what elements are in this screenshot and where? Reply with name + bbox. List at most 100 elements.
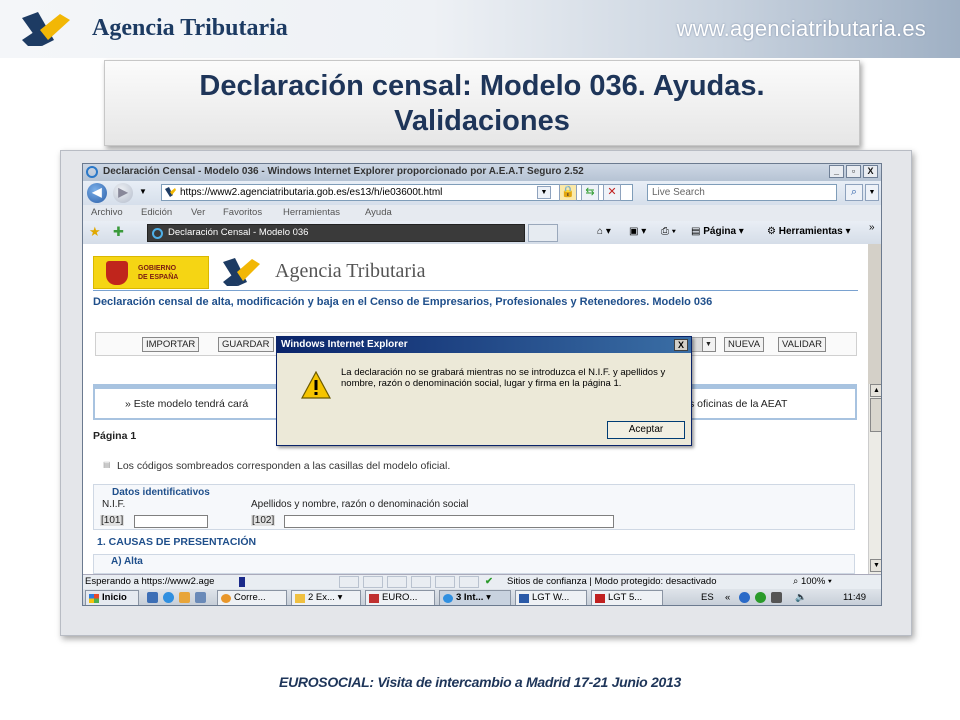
status-bar: Esperando a https://www2.age ✔ Sitios de… (83, 574, 881, 589)
search-options-icon[interactable]: ▼ (865, 184, 879, 201)
tools-menu-label: Herramientas (778, 226, 843, 237)
task-label: EURO... (382, 592, 418, 603)
favorites-star-icon[interactable]: ★ (89, 224, 101, 240)
dialog-titlebar: Windows Internet Explorer X (277, 337, 691, 353)
importar-button[interactable]: IMPORTAR (142, 337, 200, 352)
divider (93, 290, 858, 291)
alta-heading: A) Alta (111, 556, 143, 567)
tab-loading-icon (152, 228, 163, 239)
stop-icon[interactable]: ✕ (603, 184, 621, 201)
address-toolbar: ◀ ▶ ▼ https://www2.agenciatributaria.gob… (83, 181, 881, 205)
menu-ver[interactable]: Ver (191, 207, 205, 218)
info-text-right: s oficinas de la AEAT (689, 398, 788, 410)
task-lgt-pdf[interactable]: LGT 5... (591, 590, 663, 605)
page-banner: GOBIERNO DE ESPAÑA Agencia Tributaria (91, 254, 861, 294)
scroll-up-icon[interactable]: ▲ (870, 384, 881, 397)
brand-url: www.agenciatributaria.es (676, 16, 926, 41)
language-indicator[interactable]: ES (701, 592, 714, 603)
back-button[interactable]: ◀ (87, 183, 107, 203)
task-explorer[interactable]: 2 Ex... ▾ (291, 590, 361, 605)
menu-ayuda[interactable]: Ayuda (365, 207, 392, 218)
progress-indicator (239, 577, 245, 587)
address-dropdown-icon[interactable]: ▼ (537, 186, 551, 199)
maximize-button[interactable]: ▫ (846, 165, 861, 178)
tray-app-icon[interactable] (739, 592, 750, 603)
address-text: https://www2.agenciatributaria.gob.es/es… (180, 187, 443, 198)
name-field[interactable] (284, 515, 614, 528)
slide-title: Declaración censal: Modelo 036. Ayudas. … (104, 60, 860, 146)
dialog-close-button[interactable]: X (674, 339, 688, 351)
status-text: Esperando a https://www2.age (85, 576, 215, 587)
close-window-button[interactable]: X (863, 165, 878, 178)
task-correo[interactable]: Corre... (217, 590, 287, 605)
task-label: LGT W... (532, 592, 570, 603)
print-icon[interactable]: ⎙ ▾ (661, 226, 676, 237)
app-quicklaunch-icon[interactable] (195, 592, 206, 603)
page-menu[interactable]: ▤ Página ▾ (691, 226, 744, 237)
zoom-control[interactable]: ⌕ 100% ▾ (793, 576, 832, 587)
folder-quicklaunch-icon[interactable] (179, 592, 190, 603)
scroll-down-icon[interactable]: ▼ (870, 559, 881, 572)
task-lgt-word[interactable]: LGT W... (515, 590, 587, 605)
tray-network-icon[interactable] (755, 592, 766, 603)
tab-modelo-036[interactable]: Declaración Censal - Modelo 036 (147, 224, 525, 242)
forward-button[interactable]: ▶ (113, 183, 133, 203)
zoom-value: 100% (800, 576, 826, 587)
windows-flag-icon (89, 594, 99, 603)
mail-icon (221, 594, 231, 603)
home-icon[interactable]: ⌂ ▾ (597, 226, 611, 237)
scroll-thumb[interactable] (870, 398, 881, 432)
clock: 11:49 (843, 592, 867, 603)
nif-field[interactable] (134, 515, 208, 528)
show-desktop-icon[interactable] (147, 592, 158, 603)
trust-text: Sitios de confianza | Modo protegido: de… (507, 576, 717, 587)
menu-herramientas[interactable]: Herramientas (283, 207, 340, 218)
add-favorite-icon[interactable]: ✚ (113, 224, 124, 240)
at-logo (223, 258, 260, 286)
vertical-scrollbar[interactable]: ▲ ▼ (868, 384, 881, 574)
new-tab-button[interactable] (528, 224, 558, 242)
status-cell (387, 576, 407, 588)
speaker-icon[interactable]: 🔈 (795, 592, 807, 603)
menu-edicion[interactable]: Edición (141, 207, 172, 218)
accept-button[interactable]: Aceptar (607, 421, 685, 439)
causas-heading: 1. CAUSAS DE PRESENTACIÓN (97, 536, 257, 548)
slide-title-line2: Validaciones (394, 105, 570, 137)
datos-title: Datos identificativos (112, 487, 210, 498)
lock-icon[interactable]: 🔒 (559, 184, 577, 201)
toolbar-dropdown-icon[interactable]: ▼ (702, 337, 716, 352)
tray-monitor-icon[interactable] (771, 592, 782, 603)
nueva-button[interactable]: NUEVA (724, 337, 765, 352)
code-102: [102] (251, 515, 276, 526)
name-label: Apellidos y nombre, razón o denominación… (251, 499, 469, 510)
search-input[interactable]: Live Search (647, 184, 837, 201)
refresh-icon[interactable]: ⇆ (581, 184, 599, 201)
validar-button[interactable]: VALIDAR (778, 337, 826, 352)
menu-favoritos[interactable]: Favoritos (223, 207, 262, 218)
search-icon[interactable]: ⌕ (845, 184, 863, 201)
note-text: ▤ Los códigos sombreados corresponden a l… (103, 460, 450, 472)
ie-quicklaunch-icon[interactable] (163, 592, 174, 603)
start-label: Inicio (102, 592, 127, 603)
search-placeholder: Live Search (652, 187, 705, 198)
minimize-button[interactable]: _ (829, 165, 844, 178)
page-number: Página 1 (93, 430, 137, 442)
favicon-icon (165, 187, 176, 197)
history-dropdown-icon[interactable]: ▼ (139, 187, 147, 196)
guardar-button[interactable]: GUARDAR (218, 337, 274, 352)
menu-archivo[interactable]: Archivo (91, 207, 123, 218)
task-label: LGT 5... (608, 592, 643, 603)
chevron-more-icon[interactable]: » (869, 222, 875, 233)
feeds-icon[interactable]: ▣ ▾ (629, 226, 646, 237)
window-title: Declaración Censal - Modelo 036 - Window… (103, 166, 584, 177)
status-cell (363, 576, 383, 588)
task-euro[interactable]: EURO... (365, 590, 435, 605)
task-internet[interactable]: 3 Int... ▾ (439, 590, 511, 605)
tray-expand-icon[interactable]: « (725, 592, 730, 603)
at-name: Agencia Tributaria (275, 260, 426, 282)
datos-identificativos: Datos identificativos N.I.F. Apellidos y… (93, 484, 855, 530)
start-button[interactable]: Inicio (85, 590, 139, 605)
status-cell (459, 576, 479, 588)
tools-menu[interactable]: ⚙ Herramientas ▾ (767, 226, 850, 237)
folder-icon (295, 594, 305, 603)
